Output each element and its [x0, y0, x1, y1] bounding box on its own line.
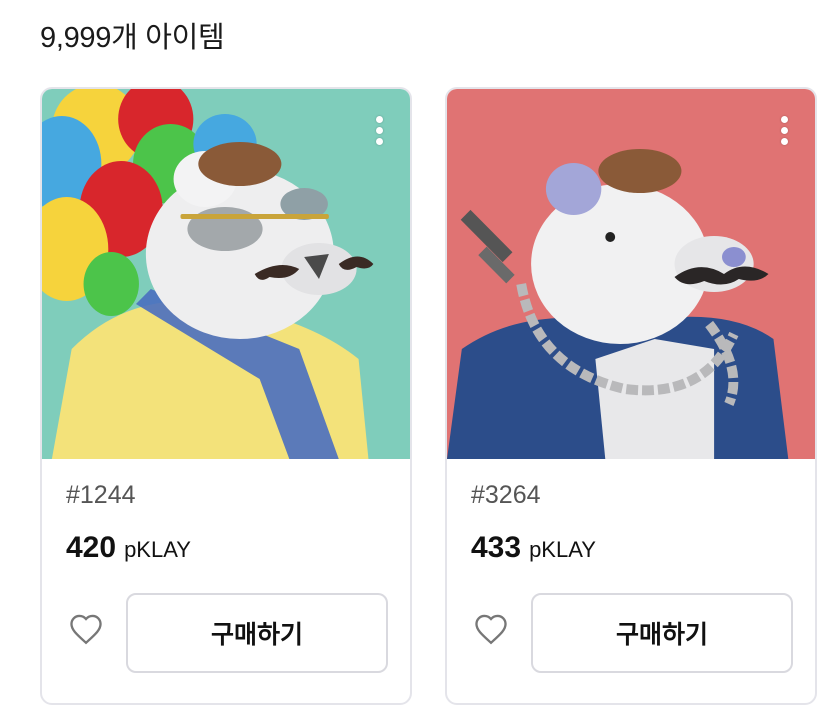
more-options-button[interactable] [771, 111, 797, 149]
buy-button[interactable]: 구매하기 [531, 593, 793, 673]
more-dot [375, 137, 383, 145]
nft-card[interactable]: #1244 420 pKLAY 구매하기 [40, 87, 412, 705]
nft-image[interactable] [42, 89, 410, 459]
more-dot [780, 137, 788, 145]
like-button[interactable] [66, 611, 106, 647]
heart-outline-icon [475, 614, 507, 645]
item-count-title: 9,999개 아이템 [40, 22, 225, 54]
price-value: 420 [66, 531, 117, 564]
price: 420 pKLAY [66, 531, 191, 565]
page: 9,999개 아이템 #1244 420 pKLAY 구매하기 #3264 43… [0, 0, 838, 718]
price-unit: pKLAY [529, 537, 596, 562]
nft-image[interactable] [447, 89, 815, 459]
more-vertical-icon [780, 115, 788, 123]
more-vertical-icon [375, 115, 383, 123]
heart-outline-icon [70, 614, 102, 645]
more-dot [780, 126, 788, 134]
like-button[interactable] [471, 611, 511, 647]
price-value: 433 [471, 531, 522, 564]
buy-button[interactable]: 구매하기 [126, 593, 388, 673]
token-id: #1244 [66, 481, 136, 509]
nft-card[interactable]: #3264 433 pKLAY 구매하기 [445, 87, 817, 705]
price: 433 pKLAY [471, 531, 596, 565]
more-options-button[interactable] [366, 111, 392, 149]
price-unit: pKLAY [124, 537, 191, 562]
token-id: #3264 [471, 481, 541, 509]
more-dot [375, 126, 383, 134]
